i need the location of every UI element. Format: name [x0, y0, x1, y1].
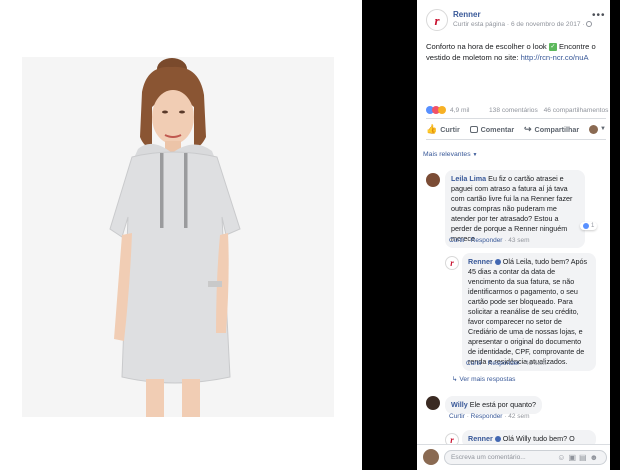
reply-time[interactable]: 43 sem — [525, 360, 546, 367]
post-side-panel: r Renner Curtir esta página · 6 de novem… — [417, 0, 610, 470]
comment-bubble-icon — [469, 125, 478, 133]
post-date[interactable]: 6 de novembro de 2017 — [511, 21, 581, 28]
page-name[interactable]: Renner — [453, 10, 481, 19]
post-meta: Curtir esta página · 6 de novembro de 20… — [453, 21, 593, 28]
renner-logo-letter: r — [450, 257, 454, 268]
chevron-down-icon: ▼ — [472, 152, 478, 158]
product-photo[interactable] — [22, 57, 334, 417]
share-label: Compartilhar — [534, 124, 580, 134]
comment-composer: Escreva um comentário... ☺▣▤☻ — [417, 444, 610, 470]
photo-viewer — [0, 0, 362, 470]
reply-author[interactable]: Renner — [468, 257, 493, 266]
engagement-counts: 138 comentários 46 compartilhamentos — [489, 107, 608, 114]
like-reaction-icon — [583, 223, 589, 229]
reactions-count: 4,9 mil — [450, 106, 470, 114]
reply-author[interactable]: Renner — [468, 434, 493, 443]
post-action-bar: 👍 Curtir Comentar ↪ Compartilhar ▼ — [426, 118, 606, 140]
reply-text: Olá Leila, tudo bem? Após 45 dias a cont… — [468, 257, 588, 366]
user-avatar-icon — [589, 124, 599, 134]
comment-like-link[interactable]: Curtir — [449, 237, 465, 244]
comment-input[interactable]: Escreva um comentário... ☺▣▤☻ — [444, 450, 607, 465]
reaction-summary[interactable]: 4,9 mil — [426, 106, 469, 114]
comment-time[interactable]: 42 sem — [508, 413, 529, 420]
user-avatar — [423, 449, 439, 465]
comment-text: Ele está por quanto? — [469, 400, 537, 409]
comment-reaction-badge[interactable]: 1 — [580, 222, 598, 230]
sort-label: Mais relevantes — [423, 151, 471, 158]
view-more-replies[interactable]: ↳ Ver mais respostas — [452, 375, 515, 383]
post-text-line1: Conforto na hora de escolher o look — [426, 42, 547, 51]
camera-icon[interactable]: ▣ — [568, 453, 579, 462]
gif-icon[interactable]: ▤ — [579, 453, 590, 462]
chevron-down-icon: ▼ — [600, 126, 606, 132]
verified-badge-icon — [494, 436, 501, 443]
like-page-link[interactable]: Curtir esta página — [453, 21, 505, 28]
share-button[interactable]: ↪ Compartilhar — [524, 124, 579, 135]
verified-badge-icon — [494, 259, 501, 266]
renner-logo-letter: r — [434, 12, 440, 28]
like-label: Curtir — [440, 124, 460, 134]
comment-input-placeholder: Escreva um comentário... — [451, 454, 526, 461]
reply-arrow-icon: ↳ — [452, 376, 458, 383]
meta-separator: · — [506, 21, 510, 28]
comment-author[interactable]: Leila Lima — [451, 174, 486, 183]
thumbs-up-icon: 👍 — [426, 123, 438, 134]
reply-actions: Curtir · Responder · 43 sem — [466, 360, 547, 367]
reply-reply-link[interactable]: Responder — [488, 360, 520, 367]
page-avatar[interactable]: r — [445, 256, 459, 270]
comment-reply-link[interactable]: Responder — [471, 413, 503, 420]
share-arrow-icon: ↪ — [523, 123, 532, 134]
globe-icon — [586, 21, 593, 28]
comment-like-link[interactable]: Curtir — [449, 413, 465, 420]
reaction-selector[interactable]: ▼ — [589, 124, 606, 134]
emoji-icon[interactable]: ☺ — [557, 453, 568, 462]
reply-bubble: Renner Olá Leila, tudo bem? Após 45 dias… — [462, 253, 596, 371]
comment-bubble: Willy Ele está por quanto? — [445, 396, 543, 414]
meta-separator: · — [582, 21, 585, 28]
comment-reply-link[interactable]: Responder — [471, 237, 503, 244]
comment-button[interactable]: Comentar — [469, 124, 515, 134]
commenter-avatar[interactable] — [426, 173, 440, 187]
comment-actions: Curtir · Responder · 43 sem — [449, 237, 530, 244]
lightbox-backdrop — [362, 0, 417, 470]
post-text: Conforto na hora de escolher o look ✓ En… — [426, 42, 606, 63]
model-in-hoodie-dress-image — [22, 57, 334, 417]
like-button[interactable]: 👍 Curtir — [426, 124, 460, 135]
shares-count[interactable]: 46 compartilhamentos — [544, 107, 609, 114]
commenter-avatar[interactable] — [426, 396, 440, 410]
sticker-icon[interactable]: ☻ — [590, 453, 601, 462]
comment-time[interactable]: 43 sem — [508, 237, 529, 244]
comment-author[interactable]: Willy — [451, 400, 468, 409]
more-options-icon[interactable]: ••• — [592, 10, 606, 21]
wow-reaction-icon — [438, 106, 446, 114]
comment-sort-dropdown[interactable]: Mais relevantes ▼ — [423, 151, 477, 158]
reply-text: Olá Willy tudo bem? O — [502, 434, 575, 443]
comments-count[interactable]: 138 comentários — [489, 107, 538, 114]
reply-like-link[interactable]: Curtir — [466, 360, 482, 367]
page-avatar[interactable]: r — [426, 9, 448, 31]
check-emoji-icon: ✓ — [548, 43, 557, 51]
post-link[interactable]: http://rcn-ncr.co/nuA — [521, 53, 589, 62]
view-more-replies-label: Ver mais respostas — [459, 376, 516, 383]
comment-label: Comentar — [480, 124, 515, 134]
comment-like-count: 1 — [591, 223, 595, 229]
comment-actions: Curtir · Responder · 42 sem — [449, 413, 530, 420]
comment-text: Eu fiz o cartão atrasei e paguei com atr… — [451, 174, 573, 243]
window-edge — [610, 0, 620, 470]
composer-tool-icons: ☺▣▤☻ — [557, 453, 601, 462]
